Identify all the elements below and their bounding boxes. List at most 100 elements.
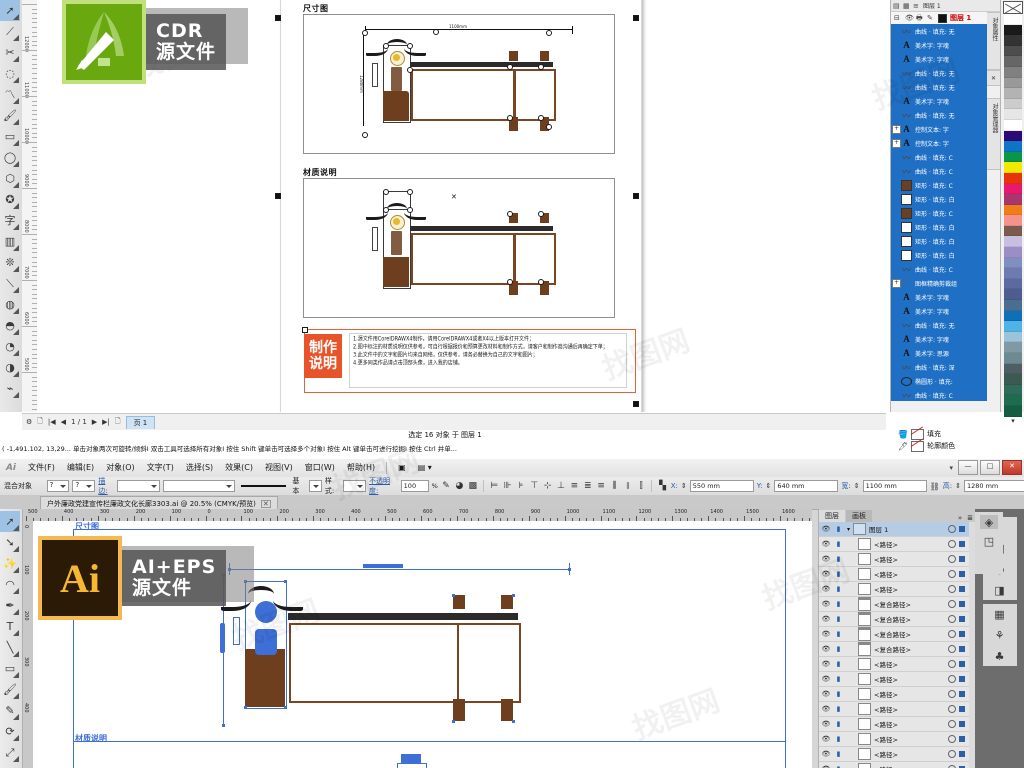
docker-vertical-tabs[interactable]: 对象属性 ✕ 对象管理器 xyxy=(987,12,1001,242)
minimize-button[interactable]: — xyxy=(958,460,978,475)
pavilion-drawing-top[interactable]: 1100mm 1280mm xyxy=(341,24,591,145)
pen-tool-icon[interactable]: ✒ xyxy=(0,595,20,616)
recolor-artwork-icon[interactable]: ✎ xyxy=(441,481,451,492)
basic-shapes-tool-icon[interactable]: ✪ xyxy=(0,189,20,210)
layer-row[interactable]: 👁▮<路径> xyxy=(819,762,969,768)
palette-color-swatch[interactable] xyxy=(1004,162,1022,173)
selection-square-icon[interactable] xyxy=(959,691,965,697)
new-master-layer-icon[interactable]: ▦ xyxy=(903,2,911,10)
object-manager-row[interactable]: 矩形 · 填充: 白 xyxy=(891,234,987,248)
appearance-panel-icon[interactable]: ◨ xyxy=(991,583,1009,597)
smart-fill-tool-icon[interactable]: 🖌 xyxy=(0,105,20,126)
interactive-fill-tool-icon[interactable]: ◔ xyxy=(0,336,20,357)
object-manager-row[interactable]: 〰曲线 · 填充: C xyxy=(891,164,987,178)
transparency-tool-icon[interactable]: ◑ xyxy=(0,357,20,378)
palette-color-swatch[interactable] xyxy=(1004,14,1022,25)
object-manager-row[interactable]: 矩形 · 填充: C xyxy=(891,206,987,220)
tab-layers[interactable]: 图层 xyxy=(819,510,845,522)
blend-tool-icon[interactable]: ❊ xyxy=(0,252,20,273)
fill-tool-icon[interactable]: ◓ xyxy=(0,315,20,336)
palette-color-swatch[interactable] xyxy=(1004,331,1022,343)
palette-color-swatch[interactable] xyxy=(1004,353,1022,364)
layer-row[interactable]: 👁▮<路径> xyxy=(819,717,969,732)
production-notes-block[interactable]: 制作 说明 1.源文件用CorelDRAWX4制作，请用CorelDRAWX4或… xyxy=(302,327,636,393)
target-circle-icon[interactable] xyxy=(948,585,956,593)
palette-color-swatch[interactable] xyxy=(1004,130,1022,142)
add-page-end-icon[interactable]: 🗋 xyxy=(115,417,121,428)
zoom-tool-icon[interactable]: ◌ xyxy=(0,63,20,84)
palette-color-swatch[interactable] xyxy=(1004,35,1022,46)
target-circle-icon[interactable] xyxy=(948,645,956,653)
direct-selection-tool-icon[interactable]: ➘ xyxy=(0,532,20,553)
palette-color-swatch[interactable] xyxy=(1004,225,1022,237)
eye-icon[interactable]: 👁 xyxy=(905,14,914,22)
eye-icon[interactable]: 👁 xyxy=(819,705,833,713)
lock-column[interactable]: ▮ xyxy=(833,660,844,668)
palette-color-swatch[interactable] xyxy=(1004,310,1022,322)
illustrator-layers-panel[interactable]: 图层 画板 » ≣ 👁 ▮ ▾ 图层 1 👁 ▮ <路径> 👁 ▮ <路径> 👁 ▮ <路径> 👁… xyxy=(818,509,976,768)
lock-column[interactable]: ▮ xyxy=(833,645,844,653)
object-manager-row[interactable]: + ⟋ 图框精确剪裁组 xyxy=(891,276,987,290)
type-tool-icon[interactable]: T xyxy=(0,616,20,637)
target-circle-icon[interactable] xyxy=(948,660,956,668)
target-circle-icon[interactable] xyxy=(948,705,956,713)
palette-color-swatch[interactable] xyxy=(1004,268,1022,279)
freehand-tool-icon[interactable]: 〽 xyxy=(0,84,20,105)
expand-collapse-icon[interactable]: ⊟ xyxy=(894,14,902,22)
selection-square-icon[interactable] xyxy=(959,616,965,622)
new-layer-icon[interactable]: ▤ xyxy=(893,2,901,10)
coreldraw-toolbox[interactable]: ➚ ⟋ ✂ ◌ 〽 🖌 ▭ ◯ ⬡ ✪ 字 ▥ ❊ ⟍ ◍ ◓ ◔ ◑ ⌁ xyxy=(0,0,23,412)
selection-square-icon[interactable] xyxy=(959,706,965,712)
palette-color-swatch[interactable] xyxy=(1004,194,1022,205)
target-circle-icon[interactable] xyxy=(948,570,956,578)
target-circle-icon[interactable] xyxy=(948,750,956,758)
document-tab[interactable]: 户外廉政党建宣传栏廉政文化长廊3303.ai @ 20.5% (CMYK/预览)… xyxy=(40,496,278,510)
palette-color-swatch[interactable] xyxy=(1004,342,1022,353)
lock-column[interactable]: ▮ xyxy=(833,735,844,743)
layer-row[interactable]: 👁▮<路径> xyxy=(819,657,969,672)
x-stepper-icon[interactable]: ⇕ xyxy=(681,482,687,490)
stroke-swatch-combo[interactable]: ? xyxy=(72,480,96,492)
eyedropper-tool-icon[interactable]: ⟍ xyxy=(0,273,20,294)
align-right-icon[interactable]: ⊧ xyxy=(516,481,526,492)
palette-color-swatch[interactable] xyxy=(1004,119,1022,131)
selection-tool-icon[interactable]: ➚ xyxy=(0,511,20,532)
dock-group-panels-2[interactable]: ▦ ⚘ ♣ xyxy=(982,604,1017,666)
palette-color-swatch[interactable] xyxy=(1004,109,1022,120)
menu-file[interactable]: 文件(F) xyxy=(22,459,61,477)
layer-row[interactable]: 👁 ▮ <复合路径> xyxy=(819,627,969,642)
eye-icon[interactable]: 👁 xyxy=(819,630,833,638)
object-manager-row[interactable]: 〰曲线 · 填充: C xyxy=(891,262,987,276)
eye-icon[interactable]: 👁 xyxy=(819,600,833,608)
palette-color-swatch[interactable] xyxy=(1004,278,1022,290)
expand-icon[interactable]: + xyxy=(892,278,901,288)
distribute-right-icon[interactable]: ⫿ xyxy=(636,481,646,492)
align-top-icon[interactable]: ⊤ xyxy=(529,481,539,492)
palette-color-swatch[interactable] xyxy=(1004,141,1022,152)
target-circle-icon[interactable] xyxy=(948,615,956,623)
object-manager-row[interactable]: A 美术字: 字魂 xyxy=(891,304,987,318)
next-page-button[interactable]: ▶ xyxy=(92,418,97,426)
object-manager-row[interactable]: 椭圆形 · 填充: xyxy=(891,374,987,388)
target-circle-icon[interactable] xyxy=(948,720,956,728)
palette-color-swatch[interactable] xyxy=(1004,236,1022,248)
layer-row[interactable]: 👁▮<路径> xyxy=(819,702,969,717)
layers-panel-tabs[interactable]: 图层 画板 » ≣ xyxy=(819,509,976,522)
target-circle-icon[interactable] xyxy=(948,690,956,698)
object-manager-row[interactable]: + A 控制文本: 字 xyxy=(891,136,987,150)
distribute-center-h-icon[interactable]: ⫾ xyxy=(623,481,633,492)
close-tab-icon[interactable]: ✕ xyxy=(260,499,271,508)
palette-color-swatch[interactable] xyxy=(1004,56,1022,67)
object-manager-row[interactable]: 〰曲线 · 填充: C xyxy=(891,150,987,164)
menu-object[interactable]: 对象(O) xyxy=(100,459,141,477)
palette-color-swatch[interactable] xyxy=(1004,77,1022,89)
palette-color-swatch[interactable] xyxy=(1004,215,1022,226)
stroke-profile-combo[interactable] xyxy=(308,480,322,492)
eye-icon[interactable]: 👁 xyxy=(819,675,833,683)
palette-color-swatch[interactable] xyxy=(1004,151,1022,163)
object-manager-row[interactable]: 〰曲线 · 填充: 无 xyxy=(891,318,987,332)
magic-wand-tool-icon[interactable]: ✨ xyxy=(0,553,20,574)
selection-square-icon[interactable] xyxy=(959,646,965,652)
object-manager-row[interactable]: + A 控制文本: 字 xyxy=(891,122,987,136)
menu-view[interactable]: 视图(V) xyxy=(259,459,299,477)
